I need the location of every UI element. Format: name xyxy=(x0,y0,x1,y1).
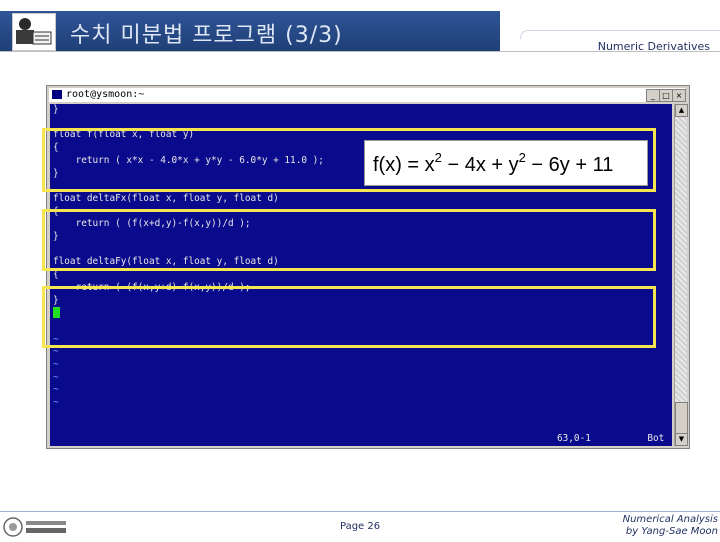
close-button[interactable]: × xyxy=(672,89,686,102)
minimize-button[interactable]: _ xyxy=(646,89,660,102)
page-number: Page 26 xyxy=(340,521,381,532)
cursor-position: 63,0-1 xyxy=(557,433,591,444)
university-logo xyxy=(2,516,70,538)
course-credit: Numerical Analysis by Yang-Sae Moon xyxy=(623,514,718,538)
window-titlebar[interactable]: root@ysmoon:~ _ □ × xyxy=(49,88,686,102)
code-line: } xyxy=(53,104,59,115)
formula-box: f(x) = x2 − 4x + y2 − 6y + 11 xyxy=(364,140,648,186)
formula-fx: f(x) = x xyxy=(373,154,435,176)
subtitle-area: Numeric Derivatives xyxy=(520,36,720,53)
maximize-button[interactable]: □ xyxy=(659,89,673,102)
code-line: float deltaFx(float x, float y, float d) xyxy=(53,192,279,204)
slide-title: 수치 미분법 프로그램 (3/3) xyxy=(70,23,343,48)
formula-exp2: 2 xyxy=(519,150,526,165)
formula-exp1: 2 xyxy=(435,150,442,165)
presenter-icon xyxy=(12,13,56,51)
scroll-down-icon[interactable]: ▼ xyxy=(675,433,688,446)
terminal-icon xyxy=(52,90,62,99)
slide-header: 수치 미분법 프로그램 (3/3) Numeric Derivatives xyxy=(0,0,720,53)
scroll-indicator: Bot xyxy=(647,433,665,444)
formula-mid: − 4x + y xyxy=(442,154,519,176)
header-divider xyxy=(0,51,720,52)
title-bar-gap xyxy=(500,11,520,51)
highlight-box-deltafx xyxy=(42,209,656,271)
credit-line-2: by Yang-Sae Moon xyxy=(625,526,718,537)
scroll-up-icon[interactable]: ▲ xyxy=(675,104,688,117)
vertical-scrollbar[interactable]: ▲ ▼ xyxy=(674,104,688,446)
footer-divider xyxy=(0,511,720,512)
credit-line-1: Numerical Analysis xyxy=(622,514,718,525)
scroll-thumb[interactable] xyxy=(675,402,688,434)
status-line: 63,0-1 Bot xyxy=(557,433,664,444)
window-title: root@ysmoon:~ xyxy=(66,89,145,100)
formula-tail: − 6y + 11 xyxy=(526,154,613,176)
highlight-box-deltafy xyxy=(42,286,656,348)
svg-text:f(x) = x2 − 4x + y2 − 6y + 11: f(x) = x2 − 4x + y2 − 6y + 11 xyxy=(373,150,613,176)
